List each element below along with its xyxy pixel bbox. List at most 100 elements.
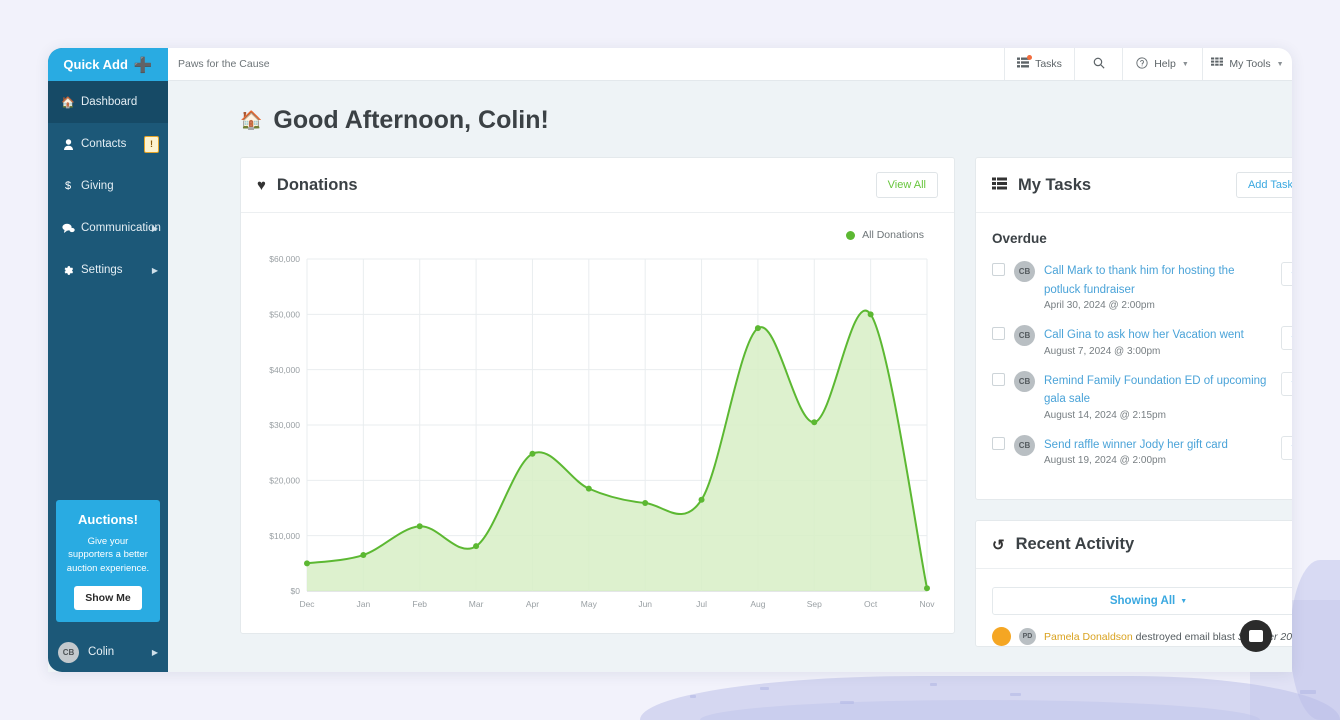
svg-text:Jan: Jan <box>357 599 371 609</box>
task-date: August 19, 2024 @ 2:00pm <box>1044 455 1166 467</box>
view-all-button[interactable]: View All <box>875 172 938 198</box>
sidebar-item-settings[interactable]: Settings ▶ <box>48 249 168 291</box>
task-menu-button[interactable]: ▼ <box>1281 326 1292 351</box>
help-circle-icon <box>1136 56 1148 72</box>
organization-name: Paws for the Cause <box>178 58 270 70</box>
history-icon: ↺ <box>992 536 1005 554</box>
my-tasks-title-group: My Tasks <box>992 176 1091 195</box>
show-me-button[interactable]: Show Me <box>74 586 142 610</box>
task-name[interactable]: Send raffle winner Jody her gift card <box>1044 439 1228 451</box>
task-menu-button[interactable]: ▼ <box>1281 371 1292 396</box>
my-tasks-header: My Tasks Add Task <box>976 158 1292 213</box>
plus-icon: ➕ <box>133 56 153 74</box>
task-checkbox[interactable] <box>992 327 1005 341</box>
task-menu-button[interactable]: ▼ <box>1281 435 1292 460</box>
task-name[interactable]: Call Gina to ask how her Vacation went <box>1044 329 1244 341</box>
task-row: CB Remind Family Foundation ED of upcomin… <box>976 364 1292 428</box>
svg-text:Feb: Feb <box>412 599 427 609</box>
sidebar-item-giving[interactable]: $ Giving <box>48 165 168 207</box>
greeting-text: Good Afternoon, Colin! <box>273 106 549 134</box>
sidebar-item-dashboard[interactable]: 🏠 Dashboard <box>48 81 168 123</box>
svg-text:Jul: Jul <box>696 599 707 609</box>
my-tasks-title: My Tasks <box>1018 175 1092 194</box>
status-badge: ! <box>144 135 159 153</box>
task-body: Remind Family Foundation ED of upcoming … <box>1044 371 1272 421</box>
right-column: My Tasks Add Task Overdue CB Call Mark to… <box>975 157 1292 648</box>
chevron-down-icon: ▼ <box>1180 597 1188 605</box>
avatar: CB <box>1014 261 1035 282</box>
donations-column: ♥ Donations View All All Donations $0 $10… <box>240 157 955 647</box>
task-menu-button[interactable]: ▼ <box>1281 262 1292 286</box>
home-icon: 🏠 <box>240 110 263 130</box>
heart-icon: ♥ <box>257 176 266 194</box>
tasks-icon <box>992 177 1007 194</box>
svg-text:Apr: Apr <box>526 599 539 609</box>
auctions-promo-card: Auctions! Give your supporters a better … <box>56 499 160 622</box>
svg-text:Dec: Dec <box>299 599 315 609</box>
decorative-brush-stroke <box>700 700 1260 720</box>
svg-text:$10,000: $10,000 <box>269 531 300 541</box>
recent-activity-title: Recent Activity <box>1015 535 1135 554</box>
svg-text:Mar: Mar <box>469 599 484 609</box>
chat-widget-button[interactable] <box>1240 620 1272 652</box>
activity-filter-dropdown[interactable]: Showing All ▼ <box>992 587 1292 616</box>
avatar: CB <box>1014 325 1035 347</box>
avatar: PD <box>1019 628 1036 646</box>
page-title: 🏠 Good Afternoon, Colin! <box>168 81 1292 135</box>
notification-dot <box>1027 55 1032 60</box>
task-date: April 30, 2024 @ 2:00pm <box>1044 300 1155 312</box>
my-tools-label: My Tools <box>1229 58 1271 70</box>
task-name[interactable]: Remind Family Foundation ED of upcoming … <box>1044 375 1266 406</box>
person-icon <box>60 138 76 150</box>
promo-title: Auctions! <box>78 511 138 527</box>
decorative-brush-stroke <box>1290 560 1340 720</box>
topbar-tasks-button[interactable]: Tasks <box>1004 48 1074 80</box>
quick-add-label: Quick Add <box>63 57 128 72</box>
recent-activity-title-group: ↺ Recent Activity <box>992 535 1134 554</box>
svg-text:$0: $0 <box>291 586 301 596</box>
sidebar: Quick Add ➕ 🏠 Dashboard Contacts ! $ Giv… <box>48 48 168 672</box>
activity-actor[interactable]: Pamela Donaldson <box>1044 631 1133 643</box>
chart-legend: All Donations <box>251 229 940 241</box>
sidebar-item-contacts[interactable]: Contacts ! <box>48 123 168 165</box>
chevron-right-icon: ▶ <box>151 223 158 233</box>
sidebar-item-label: Contacts <box>81 138 127 150</box>
comments-icon <box>60 223 76 234</box>
add-task-button[interactable]: Add Task <box>1235 172 1292 198</box>
task-date: August 14, 2024 @ 2:15pm <box>1044 409 1166 421</box>
topbar-help-menu[interactable]: Help ▼ <box>1122 48 1202 80</box>
application-window: Quick Add ➕ 🏠 Dashboard Contacts ! $ Giv… <box>48 48 1292 672</box>
decorative-speck <box>760 687 769 690</box>
avatar: CB <box>58 641 79 663</box>
svg-text:$50,000: $50,000 <box>269 310 300 320</box>
donations-title: Donations <box>276 175 358 194</box>
home-icon: 🏠 <box>61 96 75 109</box>
task-body: Call Mark to thank him for hosting the p… <box>1044 261 1272 311</box>
sidebar-item-label: Giving <box>81 180 114 192</box>
user-profile-menu[interactable]: CB Colin ▶ <box>48 632 168 672</box>
legend-label: All Donations <box>862 229 924 241</box>
dashboard-columns: ♥ Donations View All All Donations $0 $10… <box>168 135 1292 648</box>
task-date: August 7, 2024 @ 3:00pm <box>1044 345 1161 357</box>
tasks-label: Tasks <box>1035 58 1062 70</box>
decorative-speck <box>690 695 696 698</box>
topbar-search-button[interactable] <box>1074 48 1122 80</box>
chevron-down-icon: ▼ <box>1181 60 1189 68</box>
topbar-my-tools-menu[interactable]: My Tools ▼ <box>1202 48 1292 80</box>
search-icon <box>1093 57 1105 72</box>
task-checkbox[interactable] <box>992 263 1005 276</box>
task-checkbox[interactable] <box>992 436 1005 450</box>
svg-text:Nov: Nov <box>919 599 935 609</box>
svg-text:Aug: Aug <box>750 599 765 609</box>
donations-chart-body: All Donations $0 $10,000 $20,000 $30,000 $40… <box>241 213 954 633</box>
task-name[interactable]: Call Mark to thank him for hosting the p… <box>1044 265 1234 296</box>
task-checkbox[interactable] <box>992 372 1005 386</box>
sidebar-item-label: Settings <box>81 264 123 276</box>
sidebar-item-communication[interactable]: Communication ▶ <box>48 207 168 249</box>
decorative-speck <box>1300 690 1316 694</box>
activity-filter-label: Showing All <box>1109 595 1176 608</box>
quick-add-button[interactable]: Quick Add ➕ <box>48 48 168 81</box>
chat-bubble-icon <box>1249 630 1263 642</box>
donations-area-chart: $0 $10,000 $20,000 $30,000 $40,000 $50,000 $60… <box>269 254 935 609</box>
gear-icon <box>60 265 76 276</box>
